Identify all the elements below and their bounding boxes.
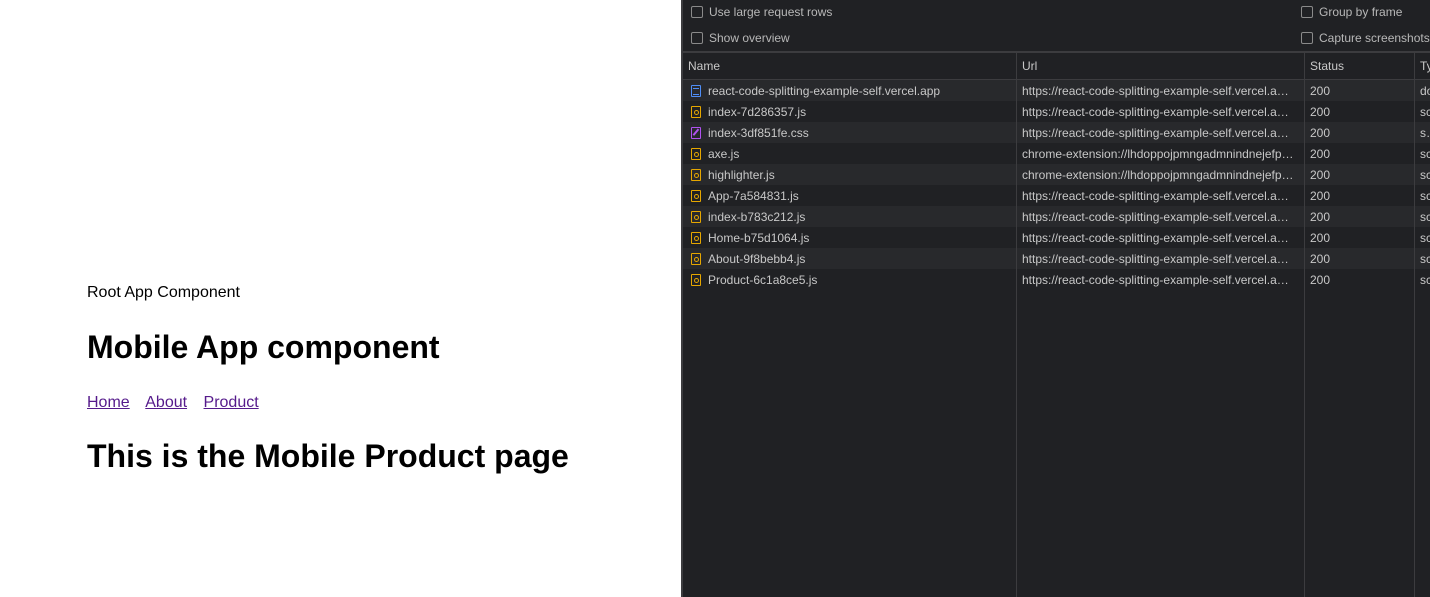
checkbox-icon <box>691 6 703 18</box>
request-name: index-7d286357.js <box>708 105 807 119</box>
table-row[interactable]: highlighter.js chrome-extension://lhdoppo… <box>683 164 1430 185</box>
script-icon <box>691 232 701 244</box>
table-row[interactable]: index-3df851fe.css https://react-code-spl… <box>683 122 1430 143</box>
request-status: 200 <box>1310 189 1331 203</box>
request-name: axe.js <box>708 147 740 161</box>
large-rows-label: Use large request rows <box>709 5 833 19</box>
document-icon <box>691 85 701 97</box>
request-status: 200 <box>1310 210 1331 224</box>
script-icon <box>691 190 701 202</box>
table-row[interactable]: Home-b75d1064.js https://react-code-split… <box>683 227 1430 248</box>
request-url: https://react-code-splitting-example-sel… <box>1022 273 1289 287</box>
request-url: https://react-code-splitting-example-sel… <box>1022 126 1289 140</box>
large-rows-checkbox[interactable]: Use large request rows <box>691 5 832 19</box>
column-header-name[interactable]: Name <box>688 59 720 73</box>
nav-link-product[interactable]: Product <box>204 394 259 411</box>
request-type: sc <box>1420 105 1430 119</box>
table-row[interactable]: index-7d286357.js https://react-code-spli… <box>683 101 1430 122</box>
request-name: react-code-splitting-example-self.vercel… <box>708 84 941 98</box>
column-header-type[interactable]: Ty <box>1420 59 1430 73</box>
request-status: 200 <box>1310 168 1331 182</box>
show-overview-checkbox[interactable]: Show overview <box>691 31 790 45</box>
request-url: chrome-extension://lhdoppojpmngadmnindne… <box>1022 168 1294 182</box>
request-url: https://react-code-splitting-example-sel… <box>1022 105 1289 119</box>
show-overview-label: Show overview <box>709 31 790 45</box>
request-status: 200 <box>1310 231 1331 245</box>
requests-table: react-code-splitting-example-self.vercel… <box>683 53 1430 597</box>
request-name: index-b783c212.js <box>708 210 806 224</box>
script-icon <box>691 274 701 286</box>
checkbox-icon <box>691 32 703 44</box>
root-app-text: Root App Component <box>87 284 240 301</box>
request-url: https://react-code-splitting-example-sel… <box>1022 84 1289 98</box>
group-by-frame-label: Group by frame <box>1319 5 1403 19</box>
table-header: Name Url Status Ty <box>683 53 1430 80</box>
request-status: 200 <box>1310 126 1331 140</box>
network-panel: Use large request rows Show overview Gro… <box>681 0 1430 597</box>
request-name: App-7a584831.js <box>708 189 799 203</box>
request-type: sc <box>1420 231 1430 245</box>
checkbox-icon <box>1301 6 1313 18</box>
request-type: sc <box>1420 189 1430 203</box>
request-type: do <box>1420 84 1430 98</box>
request-name: highlighter.js <box>708 168 775 182</box>
script-icon <box>691 211 701 223</box>
request-name: Product-6c1a8ce5.js <box>708 273 818 287</box>
request-url: https://react-code-splitting-example-sel… <box>1022 189 1289 203</box>
request-url: https://react-code-splitting-example-sel… <box>1022 210 1289 224</box>
mobile-app-heading: Mobile App component <box>87 329 440 365</box>
request-type: sc <box>1420 147 1430 161</box>
script-icon <box>691 253 701 265</box>
nav-links: Home About Product <box>87 394 271 412</box>
request-name: index-3df851fe.css <box>708 126 809 140</box>
column-header-url[interactable]: Url <box>1022 59 1037 73</box>
table-row[interactable]: App-7a584831.js https://react-code-splitt… <box>683 185 1430 206</box>
checkbox-icon <box>1301 32 1313 44</box>
request-type: sty <box>1420 126 1430 140</box>
request-status: 200 <box>1310 273 1331 287</box>
request-type: sc <box>1420 252 1430 266</box>
script-icon <box>691 106 701 118</box>
request-name: Home-b75d1064.js <box>708 231 810 245</box>
request-url: https://react-code-splitting-example-sel… <box>1022 231 1289 245</box>
column-divider[interactable] <box>1304 53 1305 597</box>
table-row[interactable]: axe.js chrome-extension://lhdoppojpmngadm… <box>683 143 1430 164</box>
script-icon <box>691 148 701 160</box>
app-viewport: Root App Component Mobile App component … <box>0 0 681 597</box>
request-status: 200 <box>1310 84 1331 98</box>
table-row[interactable]: index-b783c212.js https://react-code-spli… <box>683 206 1430 227</box>
request-type: sc <box>1420 168 1430 182</box>
capture-screenshots-checkbox[interactable]: Capture screenshots <box>1301 31 1430 45</box>
request-name: About-9f8bebb4.js <box>708 252 806 266</box>
request-type: sc <box>1420 273 1430 287</box>
script-icon <box>691 169 701 181</box>
request-url: chrome-extension://lhdoppojpmngadmnindne… <box>1022 147 1294 161</box>
column-divider[interactable] <box>1414 53 1415 597</box>
request-url: https://react-code-splitting-example-sel… <box>1022 252 1289 266</box>
request-status: 200 <box>1310 252 1331 266</box>
group-by-frame-checkbox[interactable]: Group by frame <box>1301 5 1402 19</box>
table-row[interactable]: react-code-splitting-example-self.vercel… <box>683 80 1430 101</box>
nav-link-home[interactable]: Home <box>87 394 130 411</box>
product-page-heading: This is the Mobile Product page <box>87 438 569 474</box>
request-status: 200 <box>1310 105 1331 119</box>
request-type: sc <box>1420 210 1430 224</box>
request-status: 200 <box>1310 147 1331 161</box>
capture-screenshots-label: Capture screenshots <box>1319 31 1430 45</box>
column-divider[interactable] <box>1016 53 1017 597</box>
column-header-status[interactable]: Status <box>1310 59 1344 73</box>
nav-link-about[interactable]: About <box>145 394 187 411</box>
table-row[interactable]: Product-6c1a8ce5.js https://react-code-sp… <box>683 269 1430 290</box>
table-row[interactable]: About-9f8bebb4.js https://react-code-spli… <box>683 248 1430 269</box>
stylesheet-icon <box>691 127 701 139</box>
